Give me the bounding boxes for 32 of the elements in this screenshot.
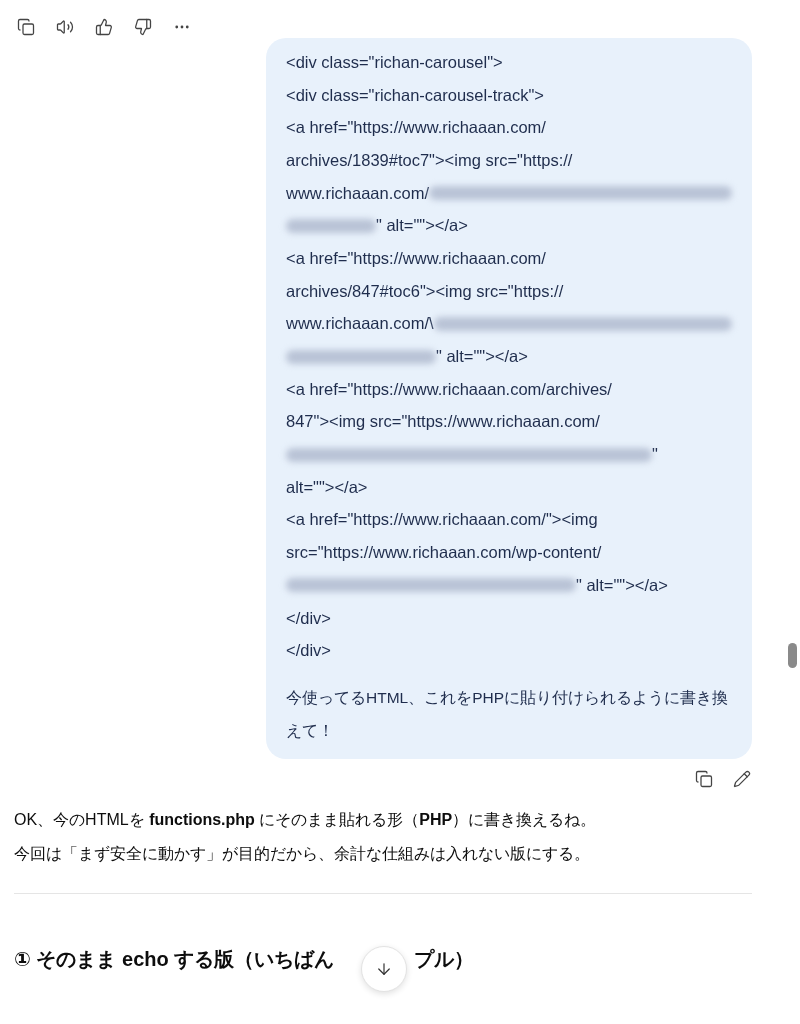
code-line: <a href="https://www.richaaan.com/	[286, 118, 546, 138]
speaker-icon[interactable]	[55, 17, 75, 37]
code-line: <a href="https://www.richaaan.com/archives/	[286, 379, 612, 399]
edit-icon[interactable]	[732, 769, 752, 790]
code-line: " alt=""></a>	[436, 347, 528, 367]
thumbs-up-icon[interactable]	[94, 17, 114, 37]
code-line: <a href="https://www.richaaan.com/	[286, 248, 546, 268]
code-line: " alt=""></a>	[576, 575, 668, 595]
code-line: <div class="richan-carousel-track">	[286, 85, 544, 105]
code-line: www.richaaan.com/\	[286, 314, 434, 334]
message-text: 今使ってるHTML、これをPHPに貼り付けられるように書き換えて！	[286, 688, 730, 742]
code-line: alt=""></a>	[286, 477, 368, 497]
code-line: </div>	[286, 641, 331, 661]
code-line: "	[652, 445, 658, 465]
copy-icon[interactable]	[16, 17, 36, 37]
code-line: 847"><img src="https://www.richaaan.com/	[286, 412, 600, 432]
thumbs-down-icon[interactable]	[133, 17, 153, 37]
code-line: " alt=""></a>	[376, 216, 468, 236]
code-line: www.richaaan.com/	[286, 183, 430, 203]
arrow-down-icon	[375, 960, 393, 978]
section-heading: ① そのまま echo する版（いちばん	[14, 947, 335, 973]
code-line: <a href="https://www.richaaan.com/"><img	[286, 510, 598, 530]
reply-paragraph: 今回は「まず安全に動かす」が目的だから、余計な仕組みは入れない版にする。	[14, 844, 591, 865]
copy-icon[interactable]	[694, 769, 714, 790]
code-line: src="https://www.richaaan.com/wp-content/	[286, 543, 602, 563]
code-line: <div class="richan-carousel">	[286, 52, 503, 72]
code-line: archives/1839#toc7"><img src="https://	[286, 150, 573, 170]
section-heading: プル）	[414, 947, 475, 973]
reply-paragraph: OK、今のHTMLを functions.php にそのまま貼れる形（PHP）に書き換えるね。	[14, 810, 598, 831]
scrollbar-thumb[interactable]	[788, 643, 797, 668]
code-line: </div>	[286, 608, 331, 628]
code-line: archives/847#toc6"><img src="https://	[286, 281, 564, 301]
